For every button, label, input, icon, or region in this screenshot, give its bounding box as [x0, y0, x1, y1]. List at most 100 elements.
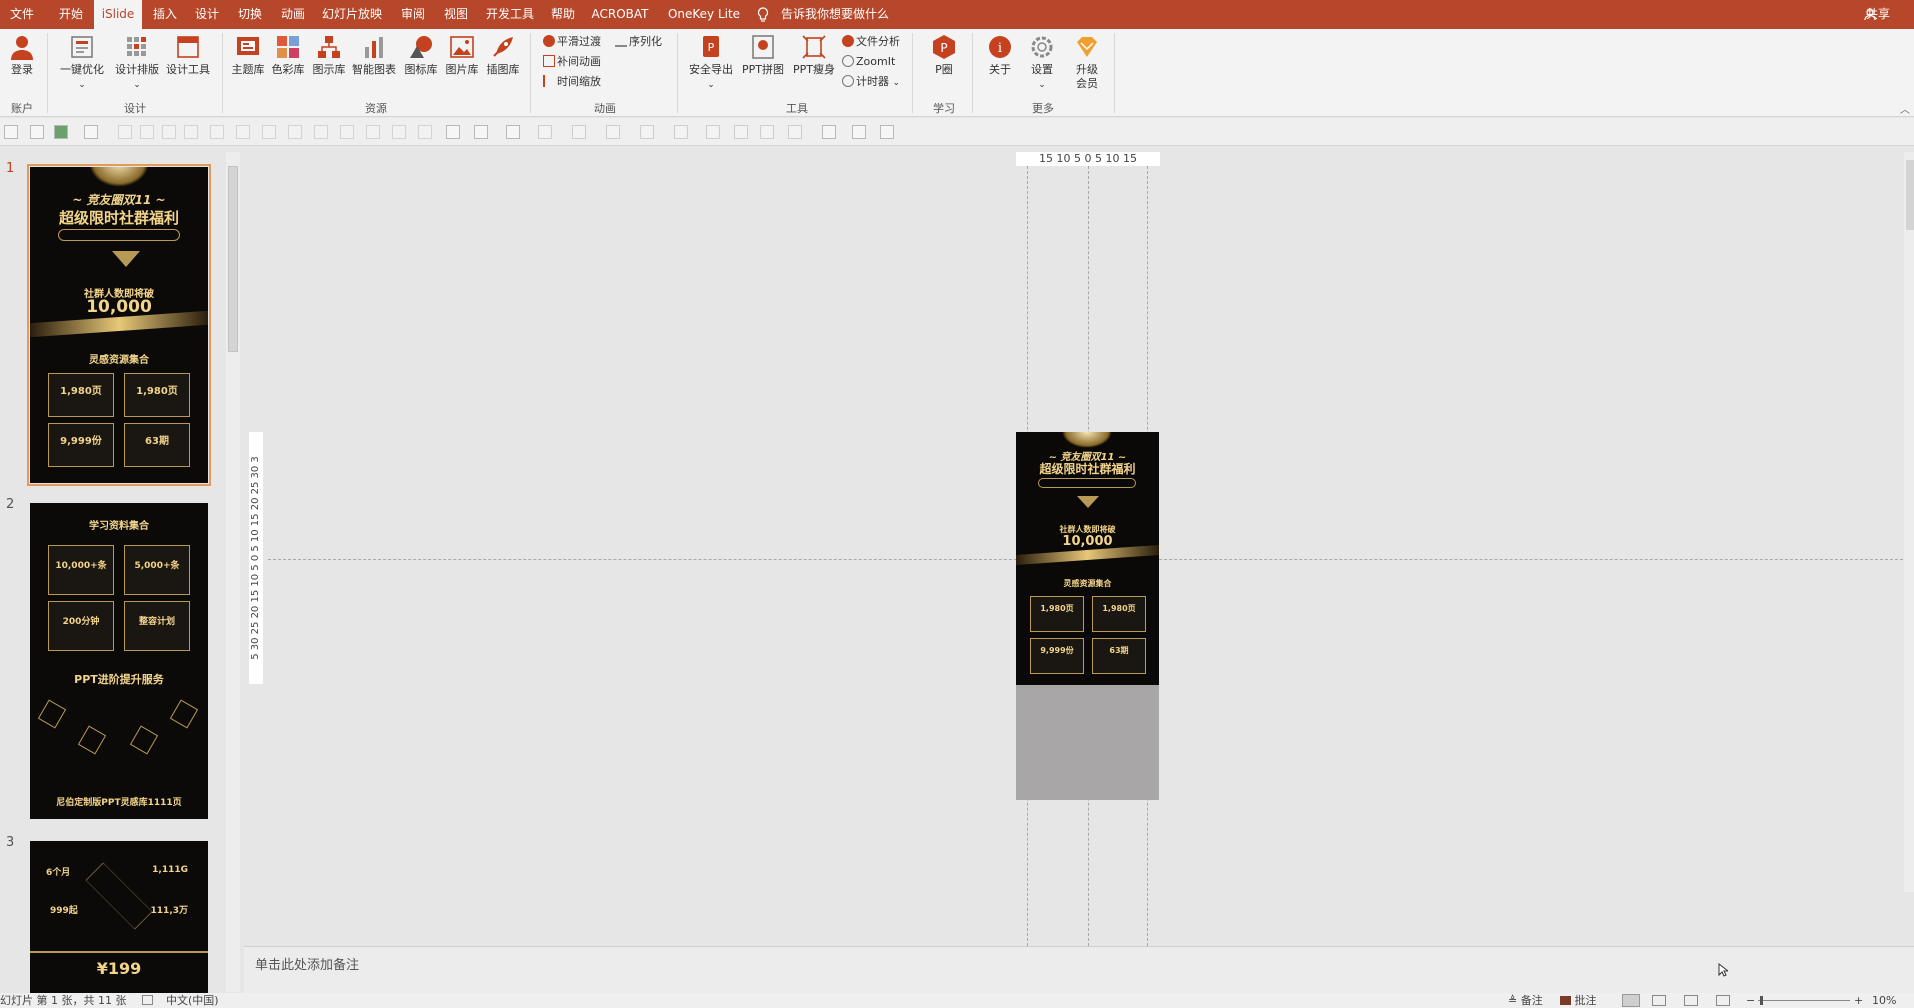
- tool-icon[interactable]: [140, 125, 154, 139]
- theme-library-button[interactable]: 主题库: [228, 33, 268, 77]
- menu-design[interactable]: 设计: [190, 0, 224, 29]
- tool-icon[interactable]: [640, 125, 654, 139]
- tool-icon[interactable]: [4, 125, 18, 139]
- tool-icon[interactable]: [392, 125, 406, 139]
- tool-icon[interactable]: [262, 125, 276, 139]
- menu-help[interactable]: 帮助: [546, 0, 580, 29]
- diagram-library-button[interactable]: 图示库: [309, 33, 349, 77]
- menu-transitions[interactable]: 切换: [233, 0, 267, 29]
- tool-icon[interactable]: [30, 125, 44, 139]
- slideshow-icon[interactable]: [1716, 995, 1730, 1006]
- about-button[interactable]: i 关于: [980, 33, 1020, 77]
- tool-icon[interactable]: [288, 125, 302, 139]
- ppt-collage-button[interactable]: PPT拼图: [738, 33, 788, 77]
- menu-acrobat[interactable]: ACROBAT: [590, 0, 650, 29]
- menu-insert[interactable]: 插入: [148, 0, 182, 29]
- upgrade-member-button[interactable]: 升级会员: [1067, 33, 1107, 91]
- time-scale-button[interactable]: 时间缩放: [543, 73, 601, 91]
- picture-library-button[interactable]: 图片库: [442, 33, 482, 77]
- menu-home[interactable]: 开始: [54, 0, 88, 29]
- zoom-slider[interactable]: [1758, 1000, 1850, 1001]
- menu-view[interactable]: 视图: [439, 0, 473, 29]
- tool-icon[interactable]: [418, 125, 432, 139]
- tool-icon[interactable]: [852, 125, 866, 139]
- zoom-out-button[interactable]: −: [1746, 993, 1755, 1008]
- tool-icon[interactable]: [538, 125, 552, 139]
- sequence-button[interactable]: 序列化: [615, 33, 662, 51]
- tool-icon[interactable]: [572, 125, 586, 139]
- reading-view-icon[interactable]: [1684, 995, 1698, 1006]
- horizontal-ruler: 15 10 5 0 5 10 15: [1016, 152, 1160, 166]
- tool-icon[interactable]: [788, 125, 802, 139]
- notes-toggle[interactable]: ≜ 备注: [1508, 993, 1543, 1008]
- icon-library-button[interactable]: 图标库: [401, 33, 441, 77]
- zoomit-button[interactable]: ZoomIt: [842, 53, 895, 71]
- zoom-in-button[interactable]: +: [1854, 993, 1863, 1008]
- tell-me-search[interactable]: 告诉我你想要做什么: [781, 0, 889, 29]
- tool-icon[interactable]: [366, 125, 380, 139]
- menu-file[interactable]: 文件: [6, 0, 38, 29]
- normal-view-icon[interactable]: [1622, 994, 1640, 1007]
- smart-chart-button[interactable]: 智能图表: [350, 33, 398, 77]
- tween-animation-button[interactable]: 补间动画: [543, 53, 601, 71]
- slide-overflow-content[interactable]: [1016, 685, 1159, 800]
- tool-icon[interactable]: [184, 125, 198, 139]
- tween-label: 补间动画: [557, 55, 601, 68]
- slide-thumbnail-3[interactable]: 6个月 1,111G 999起 111,3万 ¥199: [30, 841, 208, 993]
- tool-icon[interactable]: [674, 125, 688, 139]
- settings-button[interactable]: 设置 ⌄: [1022, 33, 1062, 92]
- tool-icon[interactable]: [734, 125, 748, 139]
- language-indicator[interactable]: 中文(中国): [166, 993, 219, 1008]
- menu-islide[interactable]: iSlide: [94, 0, 142, 29]
- spellcheck-icon[interactable]: [142, 995, 153, 1005]
- tool-icon[interactable]: [314, 125, 328, 139]
- notes-pane[interactable]: 单击此处添加备注: [244, 946, 1914, 993]
- file-analysis-button[interactable]: 文件分析: [842, 33, 900, 51]
- tool-icon[interactable]: [446, 125, 460, 139]
- tool-icon[interactable]: [760, 125, 774, 139]
- design-layout-button[interactable]: 设计排版 ⌄: [111, 33, 163, 92]
- slide-sorter-icon[interactable]: [1652, 995, 1666, 1006]
- safe-export-button[interactable]: P 安全导出 ⌄: [686, 33, 736, 92]
- tool-icon[interactable]: [880, 125, 894, 139]
- tool-icon[interactable]: [84, 125, 98, 139]
- tool-icon[interactable]: [822, 125, 836, 139]
- menu-animations[interactable]: 动画: [276, 0, 310, 29]
- menu-developer[interactable]: 开发工具: [483, 0, 537, 29]
- share-button[interactable]: 共享: [1866, 0, 1890, 29]
- thumbnail-scrollbar-thumb[interactable]: [228, 166, 238, 352]
- tool-icon[interactable]: [506, 125, 520, 139]
- tool-icon[interactable]: [236, 125, 250, 139]
- one-click-optimize-button[interactable]: 一键优化 ⌄: [56, 33, 108, 92]
- timer-button[interactable]: 计时器 ⌄: [842, 73, 900, 91]
- tool-icon[interactable]: [118, 125, 132, 139]
- tool-icon[interactable]: [474, 125, 488, 139]
- editor-scrollbar-thumb[interactable]: [1906, 160, 1914, 230]
- menu-onekey[interactable]: OneKey Lite: [664, 0, 744, 29]
- tool-icon[interactable]: [210, 125, 224, 139]
- menu-review[interactable]: 审阅: [396, 0, 430, 29]
- user-icon: [11, 36, 33, 60]
- illustration-library-button[interactable]: 插图库: [483, 33, 523, 77]
- design-tools-label: 设计工具: [166, 63, 210, 76]
- collapse-ribbon-icon[interactable]: ︿: [1900, 101, 1910, 116]
- login-button[interactable]: 登录: [4, 33, 40, 77]
- slide-thumbnail-1[interactable]: ~ 竞友圈双11 ~ 超级限时社群福利 社群人数即将破 10,000 灵感资源集…: [27, 164, 211, 486]
- tool-icon[interactable]: [606, 125, 620, 139]
- tool-icon[interactable]: [162, 125, 176, 139]
- slide-thumbnail-2[interactable]: 学习资料集合 10,000+条 5,000+条 200分钟 整容计划 PPT进阶…: [30, 503, 208, 819]
- menu-slideshow[interactable]: 幻灯片放映: [320, 0, 384, 29]
- p-circle-button[interactable]: P P圈: [924, 33, 964, 77]
- smooth-transition-button[interactable]: 平滑过渡: [543, 33, 601, 51]
- comments-toggle[interactable]: 批注: [1560, 993, 1597, 1008]
- current-slide-canvas[interactable]: ~ 竞友圈双11 ~ 超级限时社群福利 社群人数即将破 10,000 灵感资源集…: [1016, 432, 1159, 685]
- tool-icon[interactable]: [340, 125, 354, 139]
- design-tools-button[interactable]: 设计工具: [162, 33, 214, 77]
- color-library-button[interactable]: 色彩库: [268, 33, 308, 77]
- tool-icon[interactable]: [706, 125, 720, 139]
- ppt-slim-button[interactable]: PPT瘦身: [789, 33, 839, 77]
- tool-icon[interactable]: [54, 125, 68, 139]
- editor-scrollbar[interactable]: [1904, 152, 1914, 892]
- zoom-level[interactable]: 10%: [1872, 993, 1896, 1008]
- zoom-slider-thumb[interactable]: [1760, 996, 1763, 1005]
